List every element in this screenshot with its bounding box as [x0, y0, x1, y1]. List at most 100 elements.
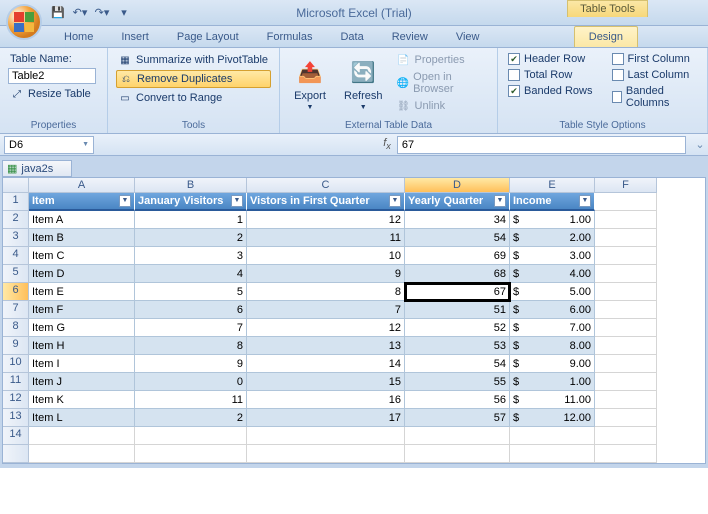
cell-F13[interactable] — [595, 409, 657, 427]
opt-total-row[interactable]: Total Row — [506, 68, 596, 82]
cell-F5[interactable] — [595, 265, 657, 283]
cell-D12[interactable]: 56 — [405, 391, 510, 409]
row-header-13[interactable]: 13 — [3, 409, 29, 427]
tab-view[interactable]: View — [442, 27, 494, 47]
cell-A5[interactable]: Item D — [29, 265, 135, 283]
cell-A2[interactable]: Item A — [29, 211, 135, 229]
cell-B10[interactable]: 9 — [135, 355, 247, 373]
cell-C2[interactable]: 12 — [247, 211, 405, 229]
row-header-3[interactable]: 3 — [3, 229, 29, 247]
cell-C8[interactable]: 12 — [247, 319, 405, 337]
qat-customize-icon[interactable]: ▾ — [116, 5, 132, 21]
cell-F7[interactable] — [595, 301, 657, 319]
tab-page-layout[interactable]: Page Layout — [163, 27, 253, 47]
cell-E11[interactable]: $1.00 — [510, 373, 595, 391]
cell-F10[interactable] — [595, 355, 657, 373]
col-header-D[interactable]: D — [405, 178, 510, 193]
row-header-5[interactable]: 5 — [3, 265, 29, 283]
cell-A9[interactable]: Item H — [29, 337, 135, 355]
cell-E7[interactable]: $6.00 — [510, 301, 595, 319]
cell-C13[interactable]: 17 — [247, 409, 405, 427]
table-header-3[interactable]: Yearly Quarter▼ — [405, 193, 510, 211]
cell-E12[interactable]: $11.00 — [510, 391, 595, 409]
cell-B11[interactable]: 0 — [135, 373, 247, 391]
filter-dropdown-icon[interactable]: ▼ — [579, 195, 591, 207]
remove-duplicates-button[interactable]: ⎌Remove Duplicates — [116, 70, 271, 88]
cell-C9[interactable]: 13 — [247, 337, 405, 355]
cell-E4[interactable]: $3.00 — [510, 247, 595, 265]
tab-home[interactable]: Home — [50, 27, 107, 47]
tab-design[interactable]: Design — [574, 26, 638, 47]
row-header-15[interactable] — [3, 445, 29, 463]
cell-F9[interactable] — [595, 337, 657, 355]
cell-D9[interactable]: 53 — [405, 337, 510, 355]
table-header-0[interactable]: Item▼ — [29, 193, 135, 211]
cell-A8[interactable]: Item G — [29, 319, 135, 337]
cell-C14[interactable] — [247, 427, 405, 445]
cell-A7[interactable]: Item F — [29, 301, 135, 319]
export-button[interactable]: 📤 Export▼ — [288, 52, 332, 118]
row-header-14[interactable]: 14 — [3, 427, 29, 445]
cell-E15[interactable] — [510, 445, 595, 463]
resize-table-button[interactable]: ⤢ Resize Table — [8, 86, 99, 102]
cell-D6[interactable]: 67 — [405, 283, 510, 301]
opt-last-column[interactable]: Last Column — [610, 68, 700, 82]
filter-dropdown-icon[interactable]: ▼ — [231, 195, 243, 207]
undo-icon[interactable]: ↶▾ — [72, 5, 88, 21]
cell-C6[interactable]: 8 — [247, 283, 405, 301]
cell-E14[interactable] — [510, 427, 595, 445]
cell-D11[interactable]: 55 — [405, 373, 510, 391]
cell-F3[interactable] — [595, 229, 657, 247]
cell-B6[interactable]: 5 — [135, 283, 247, 301]
cell-F2[interactable] — [595, 211, 657, 229]
cell-E8[interactable]: $7.00 — [510, 319, 595, 337]
opt-first-column[interactable]: First Column — [610, 52, 700, 66]
cell-A13[interactable]: Item L — [29, 409, 135, 427]
row-header-8[interactable]: 8 — [3, 319, 29, 337]
cell-D14[interactable] — [405, 427, 510, 445]
workbook-tab[interactable]: ▦java2s — [2, 160, 72, 177]
opt-header-row[interactable]: ✔Header Row — [506, 52, 596, 66]
cell-A15[interactable] — [29, 445, 135, 463]
cell-E6[interactable]: $5.00 — [510, 283, 595, 301]
cell-C3[interactable]: 11 — [247, 229, 405, 247]
table-header-1[interactable]: January Visitors▼ — [135, 193, 247, 211]
cell-B14[interactable] — [135, 427, 247, 445]
cell-E3[interactable]: $2.00 — [510, 229, 595, 247]
row-header-7[interactable]: 7 — [3, 301, 29, 319]
cell-A11[interactable]: Item J — [29, 373, 135, 391]
table-header-2[interactable]: Vistors in First Quarter▼ — [247, 193, 405, 211]
opt-banded-rows[interactable]: ✔Banded Rows — [506, 84, 596, 98]
cell-D4[interactable]: 69 — [405, 247, 510, 265]
cell-D13[interactable]: 57 — [405, 409, 510, 427]
cell-E10[interactable]: $9.00 — [510, 355, 595, 373]
expand-formula-icon[interactable]: ⌄ — [692, 138, 708, 151]
cell-F11[interactable] — [595, 373, 657, 391]
col-header-A[interactable]: A — [29, 178, 135, 193]
summarize-pivot-button[interactable]: ▦Summarize with PivotTable — [116, 52, 271, 68]
tab-insert[interactable]: Insert — [107, 27, 163, 47]
cell-C4[interactable]: 10 — [247, 247, 405, 265]
cell-E5[interactable]: $4.00 — [510, 265, 595, 283]
convert-to-range-button[interactable]: ▭Convert to Range — [116, 90, 271, 106]
office-button[interactable] — [6, 4, 42, 40]
cell-C15[interactable] — [247, 445, 405, 463]
row-header-11[interactable]: 11 — [3, 373, 29, 391]
cell-D7[interactable]: 51 — [405, 301, 510, 319]
table-name-input[interactable] — [8, 68, 96, 84]
fx-icon[interactable]: fx — [377, 137, 397, 151]
cell-B15[interactable] — [135, 445, 247, 463]
cell-A14[interactable] — [29, 427, 135, 445]
refresh-button[interactable]: 🔄 Refresh▼ — [338, 52, 389, 118]
cell-C7[interactable]: 7 — [247, 301, 405, 319]
cell-B9[interactable]: 8 — [135, 337, 247, 355]
cell-E9[interactable]: $8.00 — [510, 337, 595, 355]
cell-A4[interactable]: Item C — [29, 247, 135, 265]
cell-B2[interactable]: 1 — [135, 211, 247, 229]
formula-input[interactable] — [397, 136, 686, 154]
row-header-9[interactable]: 9 — [3, 337, 29, 355]
cell-C5[interactable]: 9 — [247, 265, 405, 283]
cell-B13[interactable]: 2 — [135, 409, 247, 427]
cell-F1[interactable] — [595, 193, 657, 211]
row-header-1[interactable]: 1 — [3, 193, 29, 211]
